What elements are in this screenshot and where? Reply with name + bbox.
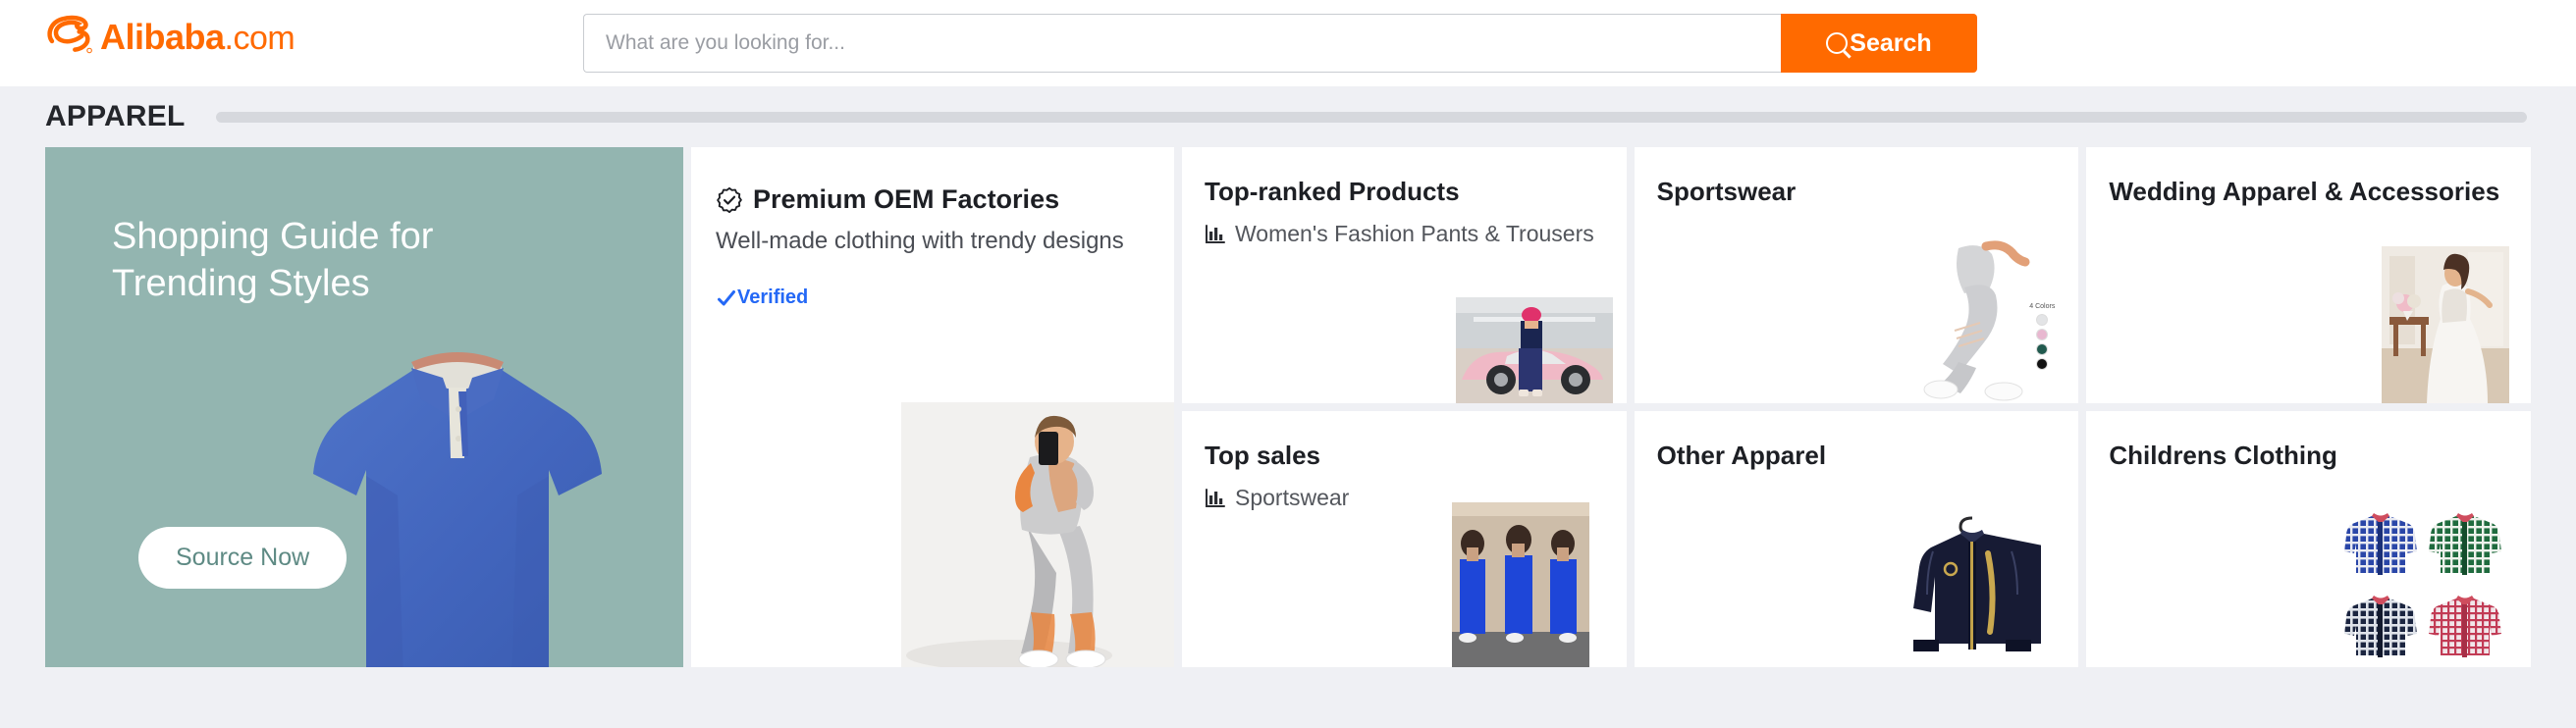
blue-polo-shirt-image <box>313 352 602 667</box>
cell-title: Wedding Apparel & Accessories <box>2109 177 2500 206</box>
bar-chart-icon <box>1206 488 1225 507</box>
bar-chart-icon <box>1206 224 1225 243</box>
search-bar: Search <box>583 14 1977 73</box>
cell-product-image <box>2341 502 2511 667</box>
oem-card-header: Premium OEM Factories <box>691 147 1174 215</box>
section-divider <box>215 111 2527 123</box>
cell-top-ranked-products[interactable]: Top-ranked Products Women's Fashion Pant… <box>1182 147 1627 403</box>
cell-product-image <box>1455 297 1613 403</box>
cell-other-apparel[interactable]: Other Apparel <box>1634 411 2079 667</box>
search-button-label: Search <box>1850 28 1932 57</box>
oem-card-title: Premium OEM Factories <box>753 184 1060 214</box>
apparel-content-grid: Shopping Guide for Trending Styles Sourc… <box>0 147 2576 667</box>
plaid-shirt-green <box>2426 502 2511 585</box>
blue-check-icon <box>718 289 735 305</box>
cell-top-sales[interactable]: Top sales Sportswear <box>1182 411 1627 667</box>
cell-product-image <box>1451 502 1589 667</box>
alibaba-logo[interactable]: Alibaba .com <box>45 0 295 86</box>
site-header: Alibaba.com Search <box>0 0 2576 86</box>
brand-name: Alibaba <box>100 17 225 57</box>
search-icon <box>1826 32 1849 54</box>
premium-oem-factories-card[interactable]: Premium OEM Factories Well-made clothing… <box>691 147 1174 667</box>
cell-childrens-clothing[interactable]: Childrens Clothing <box>2086 411 2531 667</box>
swatch-green[interactable] <box>2036 343 2049 355</box>
oem-card-subtitle: Well-made clothing with trendy designs <box>716 228 1124 254</box>
cell-title: Sportswear <box>1656 177 1797 206</box>
swatch-white[interactable] <box>2036 314 2049 326</box>
cell-subtitle-row[interactable]: Women's Fashion Pants & Trousers <box>1182 207 1627 247</box>
alibaba-logo-icon <box>47 15 92 54</box>
banner-title: Shopping Guide for Trending Styles <box>112 216 434 304</box>
cell-title: Top sales <box>1205 441 1321 470</box>
color-swatches: 4 Colors <box>2029 303 2055 370</box>
plaid-shirt-blue <box>2341 502 2427 585</box>
source-now-button[interactable]: Source Now <box>138 527 348 589</box>
verified-label: Verified <box>737 286 809 308</box>
cell-wedding-apparel[interactable]: Wedding Apparel & Accessories <box>2086 147 2531 403</box>
page-title: APPAREL <box>45 100 186 132</box>
cell-subtitle: Women's Fashion Pants & Trousers <box>1235 221 1594 246</box>
swatch-count-label: 4 Colors <box>2029 303 2056 310</box>
verified-badge: Verified <box>691 255 1174 309</box>
plaid-shirt-red <box>2426 585 2511 667</box>
section-header: APPAREL <box>0 86 2576 147</box>
verified-badge-icon <box>717 186 742 213</box>
cell-product-image <box>1904 508 2042 667</box>
swatch-pink[interactable] <box>2036 329 2049 340</box>
plaid-shirt-navy <box>2341 585 2427 667</box>
oem-card-product-image <box>901 402 1174 667</box>
cell-subtitle: Sportswear <box>1235 485 1350 510</box>
cell-title: Other Apparel <box>1656 441 1827 470</box>
swatch-black[interactable] <box>2036 358 2049 370</box>
cell-title: Childrens Clothing <box>2109 441 2337 470</box>
search-input[interactable] <box>583 14 1781 73</box>
cell-sportswear[interactable]: Sportswear 4 Colors <box>1634 147 2079 403</box>
search-button[interactable]: Search <box>1781 14 1977 73</box>
cell-product-image: 4 Colors <box>1900 236 2058 403</box>
category-cells: Top-ranked Products Women's Fashion Pant… <box>1182 147 2531 667</box>
cell-product-image <box>2381 246 2509 403</box>
cell-title: Top-ranked Products <box>1205 177 1460 206</box>
brand-tld: .com <box>224 20 295 57</box>
promo-banner[interactable]: Shopping Guide for Trending Styles Sourc… <box>45 147 683 667</box>
